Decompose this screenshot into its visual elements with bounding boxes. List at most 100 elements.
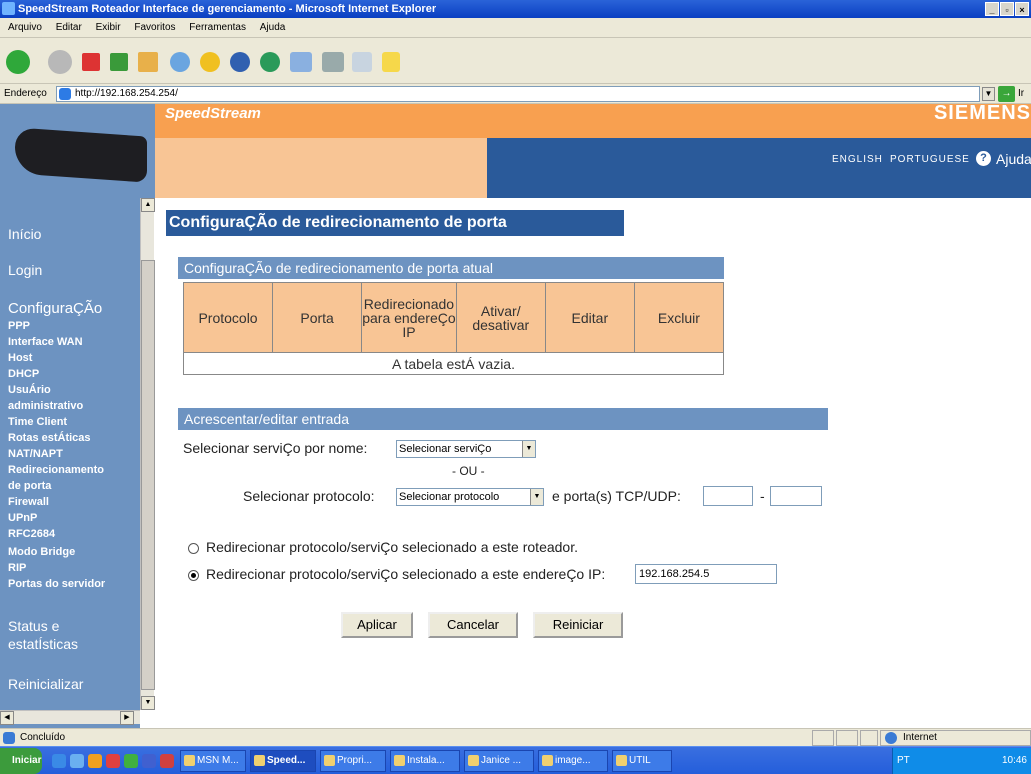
nav-usuario[interactable]: UsuÁrio	[8, 384, 51, 396]
sidebar-horizontal-scrollbar[interactable]: ◀ ▶	[0, 710, 140, 725]
nav-administrativo[interactable]: administrativo	[8, 400, 83, 412]
back-icon[interactable]	[6, 50, 30, 74]
ie-icon	[2, 2, 15, 15]
task-janice[interactable]: Janice ...	[464, 750, 534, 772]
scroll-left-icon[interactable]: ◀	[0, 711, 14, 725]
cancel-button[interactable]: Cancelar	[428, 612, 518, 638]
scroll-thumb[interactable]	[141, 260, 155, 690]
clock[interactable]: 10:46	[1002, 748, 1027, 774]
nav-status[interactable]: Status e	[8, 618, 59, 634]
nav-upnp[interactable]: UPnP	[8, 512, 37, 524]
refresh-icon[interactable]	[110, 53, 128, 71]
nav-inicio[interactable]: Início	[8, 226, 41, 242]
title-bar: SpeedStream Roteador Interface de gerenc…	[0, 0, 1031, 18]
nav-redirecionamento[interactable]: Redirecionamento	[8, 464, 104, 476]
protocol-select[interactable]: Selecionar protocolo ▼	[396, 488, 544, 506]
quicklaunch-ie-icon[interactable]	[52, 754, 66, 768]
nav-rip[interactable]: RIP	[8, 562, 26, 574]
nav-ppp[interactable]: PPP	[8, 320, 30, 332]
brand-logo: SpeedStream	[165, 105, 261, 122]
restart-button[interactable]: Reiniciar	[533, 612, 623, 638]
tray-language[interactable]: PT	[897, 748, 910, 774]
nav-de-porta[interactable]: de porta	[8, 480, 51, 492]
stop-icon[interactable]	[82, 53, 100, 71]
minimize-button[interactable]: _	[985, 2, 999, 16]
radio-router-label: Redirecionar protocolo/serviÇo seleciona…	[206, 539, 578, 555]
nav-firewall[interactable]: Firewall	[8, 496, 49, 508]
port-forwarding-table: Protocolo Porta Redirecionado para ender…	[182, 282, 725, 375]
print-icon[interactable]	[322, 52, 344, 72]
start-button[interactable]: Iniciar	[0, 748, 42, 774]
menu-ajuda[interactable]: Ajuda	[260, 22, 286, 33]
messenger-icon[interactable]	[382, 52, 400, 72]
task-label: image...	[555, 755, 591, 766]
task-propriedades[interactable]: Propri...	[320, 750, 386, 772]
nav-configuracao[interactable]: ConfiguraÇÃo	[8, 300, 102, 317]
nav-dhcp[interactable]: DHCP	[8, 368, 39, 380]
nav-estatisticas[interactable]: estatÍsticas	[8, 636, 78, 652]
search-icon[interactable]	[170, 52, 190, 72]
address-dropdown-icon[interactable]: ▼	[982, 87, 995, 101]
nav-time-client[interactable]: Time Client	[8, 416, 67, 428]
port-range-separator: -	[760, 488, 765, 504]
lang-english-link[interactable]: ENGLISH	[832, 154, 883, 165]
nav-portas-servidor[interactable]: Portas do servidor	[8, 578, 105, 590]
quicklaunch-msn-icon[interactable]	[124, 754, 138, 768]
radio-router[interactable]	[188, 543, 199, 554]
col-redirecionado: Redirecionado para endereÇo IP	[361, 282, 457, 353]
menu-arquivo[interactable]: Arquivo	[8, 22, 42, 33]
apply-button[interactable]: Aplicar	[341, 612, 413, 638]
nav-interface-wan[interactable]: Interface WAN	[8, 336, 83, 348]
scroll-down-icon[interactable]: ▼	[141, 696, 155, 710]
menu-exibir[interactable]: Exibir	[96, 22, 121, 33]
task-speedstream[interactable]: Speed...	[250, 750, 316, 772]
help-icon[interactable]: ?	[976, 151, 991, 166]
task-instala[interactable]: Instala...	[390, 750, 460, 772]
home-icon[interactable]	[138, 52, 158, 72]
menu-ferramentas[interactable]: Ferramentas	[189, 22, 246, 33]
service-select[interactable]: Selecionar serviÇo ▼	[396, 440, 536, 458]
radio-ip-label: Redirecionar protocolo/serviÇo seleciona…	[206, 566, 606, 582]
task-msn[interactable]: MSN M...	[180, 750, 246, 772]
quicklaunch-app-icon[interactable]	[88, 754, 102, 768]
history-icon[interactable]	[260, 52, 280, 72]
nav-nat-napt[interactable]: NAT/NAPT	[8, 448, 63, 460]
task-util[interactable]: UTIL	[612, 750, 672, 772]
help-link[interactable]: Ajuda	[996, 151, 1031, 167]
go-label[interactable]: Ir	[1018, 84, 1024, 104]
nav-host[interactable]: Host	[8, 352, 32, 364]
maximize-button[interactable]: ▫	[1000, 2, 1014, 16]
menu-favoritos[interactable]: Favoritos	[134, 22, 175, 33]
scroll-up-icon[interactable]: ▲	[141, 198, 155, 212]
nav-modo-bridge[interactable]: Modo Bridge	[8, 546, 75, 558]
radio-ip-address[interactable]	[188, 570, 199, 581]
protocol-label: Selecionar protocolo:	[243, 488, 375, 504]
quicklaunch-app-icon[interactable]	[142, 754, 156, 768]
go-button[interactable]: →	[998, 86, 1015, 102]
menu-editar[interactable]: Editar	[56, 22, 82, 33]
media-icon[interactable]	[230, 52, 250, 72]
quicklaunch-desktop-icon[interactable]	[70, 754, 84, 768]
forward-icon[interactable]	[48, 50, 72, 74]
port-start-input[interactable]	[703, 486, 753, 506]
port-end-input[interactable]	[770, 486, 822, 506]
chat-icon	[468, 755, 479, 766]
edit-icon[interactable]	[352, 52, 372, 72]
ip-address-input[interactable]: 192.168.254.5	[635, 564, 777, 584]
globe-icon	[885, 732, 897, 744]
close-button[interactable]: ×	[1015, 2, 1029, 16]
quicklaunch-app-icon[interactable]	[160, 754, 174, 768]
mail-icon[interactable]	[290, 52, 312, 72]
scroll-right-icon[interactable]: ▶	[120, 711, 134, 725]
favorites-star-icon[interactable]	[200, 52, 220, 72]
lang-portuguese-link[interactable]: PORTUGUESE	[890, 154, 970, 165]
task-label: Propri...	[337, 755, 373, 766]
sidebar-vertical-scrollbar[interactable]: ▲ ▼	[140, 198, 155, 710]
address-input[interactable]: http://192.168.254.254/	[56, 86, 980, 102]
nav-rfc2684[interactable]: RFC2684	[8, 528, 55, 540]
task-image[interactable]: image...	[538, 750, 608, 772]
quicklaunch-app-icon[interactable]	[106, 754, 120, 768]
nav-login[interactable]: Login	[8, 262, 42, 278]
nav-reinicializar[interactable]: Reinicializar	[8, 676, 83, 692]
nav-rotas-estaticas[interactable]: Rotas estÁticas	[8, 432, 91, 444]
